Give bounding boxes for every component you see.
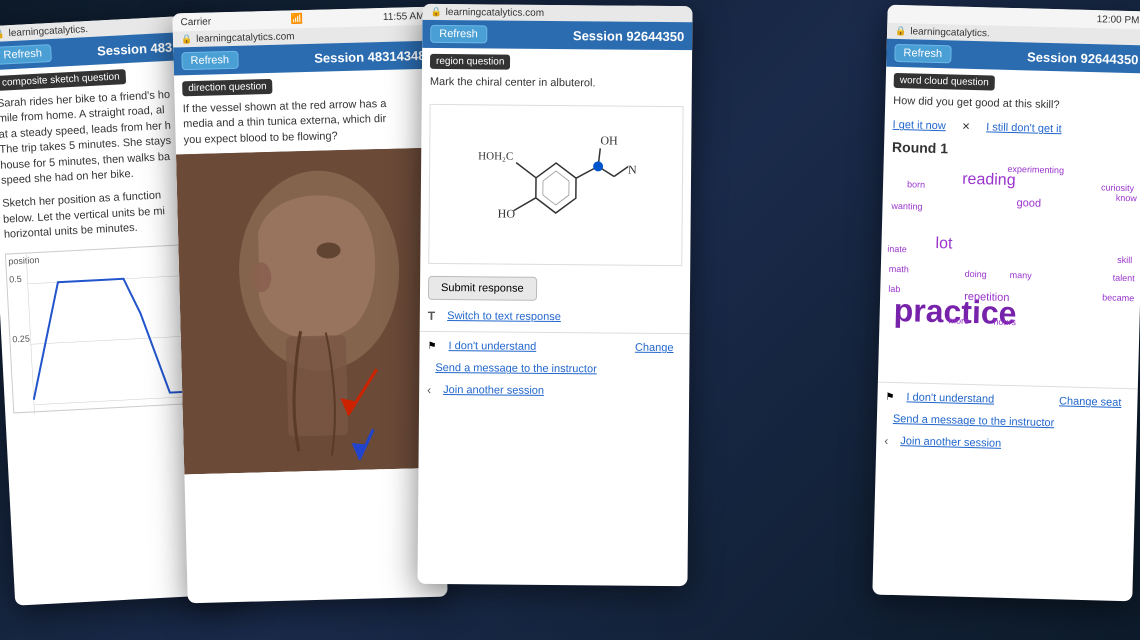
- send-message-line-3: Send a message to the instructor: [419, 357, 689, 381]
- word-know: know: [1116, 193, 1137, 204]
- refresh-button-1[interactable]: Refresh: [0, 44, 51, 65]
- session-id-4: Session 92644350: [1027, 49, 1139, 67]
- session-id-3: Session 92644350: [573, 28, 684, 44]
- send-message-link-3[interactable]: Send a message to the instructor: [427, 359, 681, 379]
- lock-icon-1: 🔒: [0, 28, 5, 40]
- refresh-button-4[interactable]: Refresh: [894, 44, 951, 63]
- join-session-line-3: ‹ Join another session: [419, 379, 689, 403]
- refresh-button-3[interactable]: Refresh: [430, 25, 487, 43]
- word-wanting: wanting: [891, 201, 922, 212]
- session-header-3: Refresh Session 92644350: [422, 20, 692, 50]
- chemical-svg: HO HOH₂C OH N: [435, 107, 676, 264]
- submit-response-button[interactable]: Submit response: [428, 276, 537, 301]
- phone-3: 🔒 learningcatalytics.com Refresh Session…: [417, 4, 692, 586]
- question-type-1: composite sketch question: [0, 69, 126, 91]
- word-many: many: [1010, 270, 1032, 281]
- wifi-icon-2: 📶: [291, 14, 304, 25]
- svg-text:HO: HO: [498, 206, 516, 220]
- time-4: 12:00 PM: [1097, 14, 1140, 26]
- word-talent: talent: [1113, 273, 1135, 284]
- word-more: more: [948, 316, 969, 327]
- question-type-2: direction question: [182, 79, 273, 96]
- join-session-link-4[interactable]: Join another session: [892, 432, 1009, 453]
- lock-icon-4: 🔒: [895, 25, 907, 36]
- chevron-left-icon-3: ‹: [427, 383, 431, 397]
- phone-4: 12:00 PM 🔒 learningcatalytics. Refresh S…: [872, 5, 1140, 602]
- switch-to-text-link[interactable]: Switch to text response: [439, 307, 569, 326]
- url-text-2: learningcatalytics.com: [196, 31, 295, 45]
- phone-2: Carrier 📶 11:55 AM 🔒 learningcatalytics.…: [172, 7, 447, 604]
- anatomy-svg: [176, 148, 444, 475]
- i-get-it-link[interactable]: I get it now: [892, 119, 945, 132]
- dont-understand-link-4[interactable]: I don't understand: [898, 389, 1002, 410]
- svg-text:N: N: [628, 163, 637, 177]
- url-text-1: learningcatalytics.: [8, 24, 88, 39]
- question-text-3: Mark the chiral center in albuterol.: [422, 73, 692, 99]
- chevron-left-icon-4: ‹: [884, 434, 888, 448]
- text-icon: T: [428, 309, 435, 323]
- word-math: math: [889, 264, 909, 275]
- phone-content-2: direction question If the vessel shown a…: [174, 69, 444, 475]
- change-seat-link-3[interactable]: Change: [627, 339, 682, 357]
- divider-1: [420, 331, 690, 334]
- chemical-image[interactable]: HO HOH₂C OH N: [428, 104, 683, 266]
- dont-understand-link-3[interactable]: I don't understand: [440, 337, 544, 356]
- word-curiosity: curiosity: [1101, 183, 1134, 194]
- refresh-button-2[interactable]: Refresh: [181, 51, 238, 70]
- anatomy-image-2: [176, 148, 444, 475]
- phone-content-3: region question Mark the chiral center i…: [419, 48, 692, 404]
- word-repetition: repetition: [964, 291, 1010, 304]
- word-inate: inate: [887, 244, 907, 255]
- phone-content-4: word cloud question How did you get good…: [876, 67, 1140, 459]
- word-good: good: [1016, 198, 1041, 211]
- switch-text-line: T Switch to text response: [420, 304, 690, 330]
- word-hours: hours: [993, 317, 1016, 328]
- word-skill: skill: [1117, 255, 1132, 265]
- flag-icon-3: ⚑: [427, 341, 436, 352]
- word-became: became: [1102, 293, 1134, 304]
- lock-icon-3: 🔒: [430, 6, 441, 17]
- question-text-2: If the vessel shown at the red arrow has…: [175, 94, 436, 155]
- i-still-dont-get-it-link[interactable]: I still don't get it: [986, 122, 1062, 136]
- join-session-link-3[interactable]: Join another session: [435, 381, 552, 400]
- word-cloud: practice reading experimenting born curi…: [882, 159, 1140, 386]
- lock-icon-2: 🔒: [181, 33, 193, 44]
- x-mark: ✕: [962, 122, 971, 133]
- svg-text:OH: OH: [600, 133, 618, 147]
- session-id-2: Session 48314348: [314, 47, 426, 65]
- question-type-3: region question: [430, 54, 511, 70]
- change-seat-link-4[interactable]: Change seat: [1051, 393, 1130, 413]
- word-lab: lab: [888, 284, 900, 294]
- dont-understand-line-3: ⚑ I don't understand Change: [419, 335, 689, 359]
- time-2: 11:55 AM: [383, 10, 425, 22]
- url-text-4: learningcatalytics.: [910, 26, 990, 39]
- question-type-4: word cloud question: [894, 73, 995, 91]
- url-text-3: learningcatalytics.com: [446, 7, 544, 19]
- word-lot: lot: [935, 235, 952, 253]
- word-doing: doing: [965, 269, 987, 280]
- flag-icon-4: ⚑: [885, 392, 894, 403]
- anatomy-placeholder: [176, 148, 444, 475]
- word-born: born: [907, 180, 925, 190]
- carrier-2: Carrier: [180, 16, 211, 28]
- svg-text:HOH₂C: HOH₂C: [478, 150, 513, 162]
- word-experimenting: experimenting: [1007, 164, 1064, 175]
